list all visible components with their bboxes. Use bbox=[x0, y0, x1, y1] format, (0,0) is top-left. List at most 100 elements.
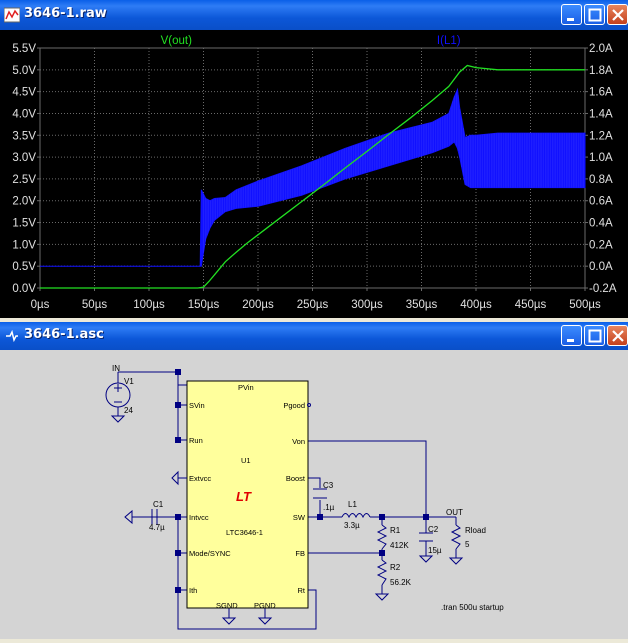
pin-sgnd: SGND bbox=[216, 601, 238, 610]
schematic-drawing[interactable]: PVin SVin Run Extvcc Intvcc Mode/SYNC It… bbox=[0, 350, 628, 639]
voltage-source-v1[interactable]: IN V1 24 bbox=[105, 364, 134, 423]
r2-value: 56.2K bbox=[390, 578, 412, 587]
pin-sw: SW bbox=[293, 513, 306, 522]
maximize-icon bbox=[588, 329, 602, 343]
x-tick-label: 350µs bbox=[406, 299, 438, 311]
schematic-canvas[interactable]: PVin SVin Run Extvcc Intvcc Mode/SYNC It… bbox=[0, 350, 628, 639]
left-tick-label: 4.0V bbox=[12, 108, 36, 120]
pin-pgnd: PGND bbox=[254, 601, 276, 610]
close-button[interactable] bbox=[607, 325, 628, 346]
x-tick-label: 150µs bbox=[188, 299, 220, 311]
right-tick-label: 1.4A bbox=[589, 108, 613, 120]
v1-label: V1 bbox=[124, 377, 134, 386]
chip-ref: U1 bbox=[241, 456, 251, 465]
schematic-icon bbox=[6, 329, 18, 343]
waveform-titlebar[interactable]: 3646-1.raw bbox=[0, 0, 628, 30]
capacitor-c2[interactable]: C2 15µ bbox=[418, 525, 442, 563]
resistor-rload[interactable]: OUT Rload 5 bbox=[446, 508, 486, 565]
close-icon bbox=[612, 9, 624, 21]
left-tick-label: 1.0V bbox=[12, 239, 36, 251]
x-tick-label: 500µs bbox=[569, 299, 601, 311]
minimize-icon bbox=[567, 339, 574, 342]
resistor-r1[interactable]: R1 412K bbox=[376, 524, 409, 550]
right-tick-label: -0.2A bbox=[589, 283, 617, 295]
c2-label: C2 bbox=[428, 525, 439, 534]
ground-icon bbox=[257, 617, 273, 625]
ground-icon bbox=[418, 555, 434, 563]
left-tick-label: 5.5V bbox=[12, 43, 36, 55]
schematic-titlebar[interactable]: 3646-1.asc bbox=[0, 322, 628, 350]
lt-logo-icon: LT bbox=[236, 489, 252, 504]
ground-icon bbox=[124, 509, 140, 525]
close-button[interactable] bbox=[607, 4, 628, 25]
left-tick-label: 5.0V bbox=[12, 65, 36, 77]
x-tick-label: 400µs bbox=[460, 299, 492, 311]
net-out-label: OUT bbox=[446, 508, 463, 517]
chip-part: LTC3646-1 bbox=[226, 528, 263, 537]
waveform-plot-pane[interactable]: 5.5V 5.0V 4.5V 4.0V 3.5V 3.0V 2.5V 2.0V 1.5V 1.0V… bbox=[0, 30, 628, 318]
left-tick-label: 2.0V bbox=[12, 196, 36, 208]
right-tick-label: 0.8A bbox=[589, 174, 613, 186]
left-tick-label: 3.5V bbox=[12, 130, 36, 142]
extvcc-port-icon bbox=[171, 470, 187, 486]
ground-icon bbox=[110, 415, 126, 423]
pin-ith: Ith bbox=[189, 586, 197, 595]
minimize-icon bbox=[567, 18, 574, 21]
right-tick-label: 0.6A bbox=[589, 196, 613, 208]
pin-intvcc: Intvcc bbox=[189, 513, 209, 522]
inductor-l1[interactable]: L1 3.3µ bbox=[341, 500, 371, 530]
pin-extvcc: Extvcc bbox=[189, 474, 211, 483]
waveform-plot[interactable]: 5.5V 5.0V 4.5V 4.0V 3.5V 3.0V 2.5V 2.0V 1.5V 1.0V… bbox=[0, 30, 628, 318]
waveform-icon bbox=[4, 7, 20, 23]
pin-fb: FB bbox=[295, 549, 305, 558]
right-tick-label: 2.0A bbox=[589, 43, 613, 55]
c2-value: 15µ bbox=[428, 546, 442, 555]
capacitor-c3[interactable]: C3 .1µ bbox=[313, 481, 335, 512]
x-tick-label: 450µs bbox=[515, 299, 547, 311]
left-tick-label: 0.5V bbox=[12, 261, 36, 273]
r1-label: R1 bbox=[390, 526, 401, 535]
spice-directive[interactable]: .tran 500u startup bbox=[441, 603, 504, 612]
pin-boost: Boost bbox=[286, 474, 306, 483]
minimize-button[interactable] bbox=[561, 4, 582, 25]
ground-icon bbox=[374, 593, 390, 601]
right-tick-label: 1.6A bbox=[589, 87, 613, 99]
right-tick-label: 1.0A bbox=[589, 152, 613, 164]
x-tick-label: 300µs bbox=[351, 299, 383, 311]
rload-value: 5 bbox=[465, 540, 470, 549]
left-tick-label: 0.0V bbox=[12, 283, 36, 295]
waveform-window-title: 3646-1.raw bbox=[24, 6, 107, 21]
r1-value: 412K bbox=[390, 541, 409, 550]
l1-value: 3.3µ bbox=[344, 521, 360, 530]
left-tick-label: 2.5V bbox=[12, 174, 36, 186]
c3-value: .1µ bbox=[323, 503, 335, 512]
maximize-icon bbox=[588, 8, 602, 22]
capacitor-c1[interactable]: C1 4.7µ bbox=[124, 500, 165, 532]
x-tick-label: 200µs bbox=[242, 299, 274, 311]
x-tick-label: 100µs bbox=[133, 299, 165, 311]
resistor-r2[interactable]: R2 56.2K bbox=[374, 559, 412, 601]
pin-svin: SVin bbox=[189, 401, 205, 410]
minimize-button[interactable] bbox=[561, 325, 582, 346]
ground-icon bbox=[448, 557, 464, 565]
chip-u1[interactable]: PVin SVin Run Extvcc Intvcc Mode/SYNC It… bbox=[186, 380, 311, 610]
l1-label: L1 bbox=[348, 500, 357, 509]
right-tick-label: 0.4A bbox=[589, 218, 613, 230]
pin-von: Von bbox=[292, 437, 305, 446]
x-tick-label: 50µs bbox=[82, 299, 107, 311]
schematic-window-title: 3646-1.asc bbox=[24, 327, 104, 342]
c1-label: C1 bbox=[153, 500, 164, 509]
maximize-button[interactable] bbox=[584, 325, 605, 346]
il1-trace-label: I(L1) bbox=[437, 35, 461, 47]
vout-trace-label: V(out) bbox=[161, 35, 192, 47]
rload-label: Rload bbox=[465, 526, 486, 535]
net-in-label: IN bbox=[112, 364, 120, 373]
waveform-window: 3646-1.raw 5.5V 5.0V 4.5V 4.0V 3.5V 3.0V 2.5V 2… bbox=[0, 0, 628, 318]
c1-value: 4.7µ bbox=[149, 523, 165, 532]
right-tick-label: 1.8A bbox=[589, 65, 613, 77]
maximize-button[interactable] bbox=[584, 4, 605, 25]
r2-label: R2 bbox=[390, 563, 401, 572]
pin-pvin: PVin bbox=[238, 383, 254, 392]
schematic-window: 3646-1.asc PVin SVin Run Extvcc Intvcc M… bbox=[0, 322, 628, 639]
pin-run: Run bbox=[189, 436, 203, 445]
